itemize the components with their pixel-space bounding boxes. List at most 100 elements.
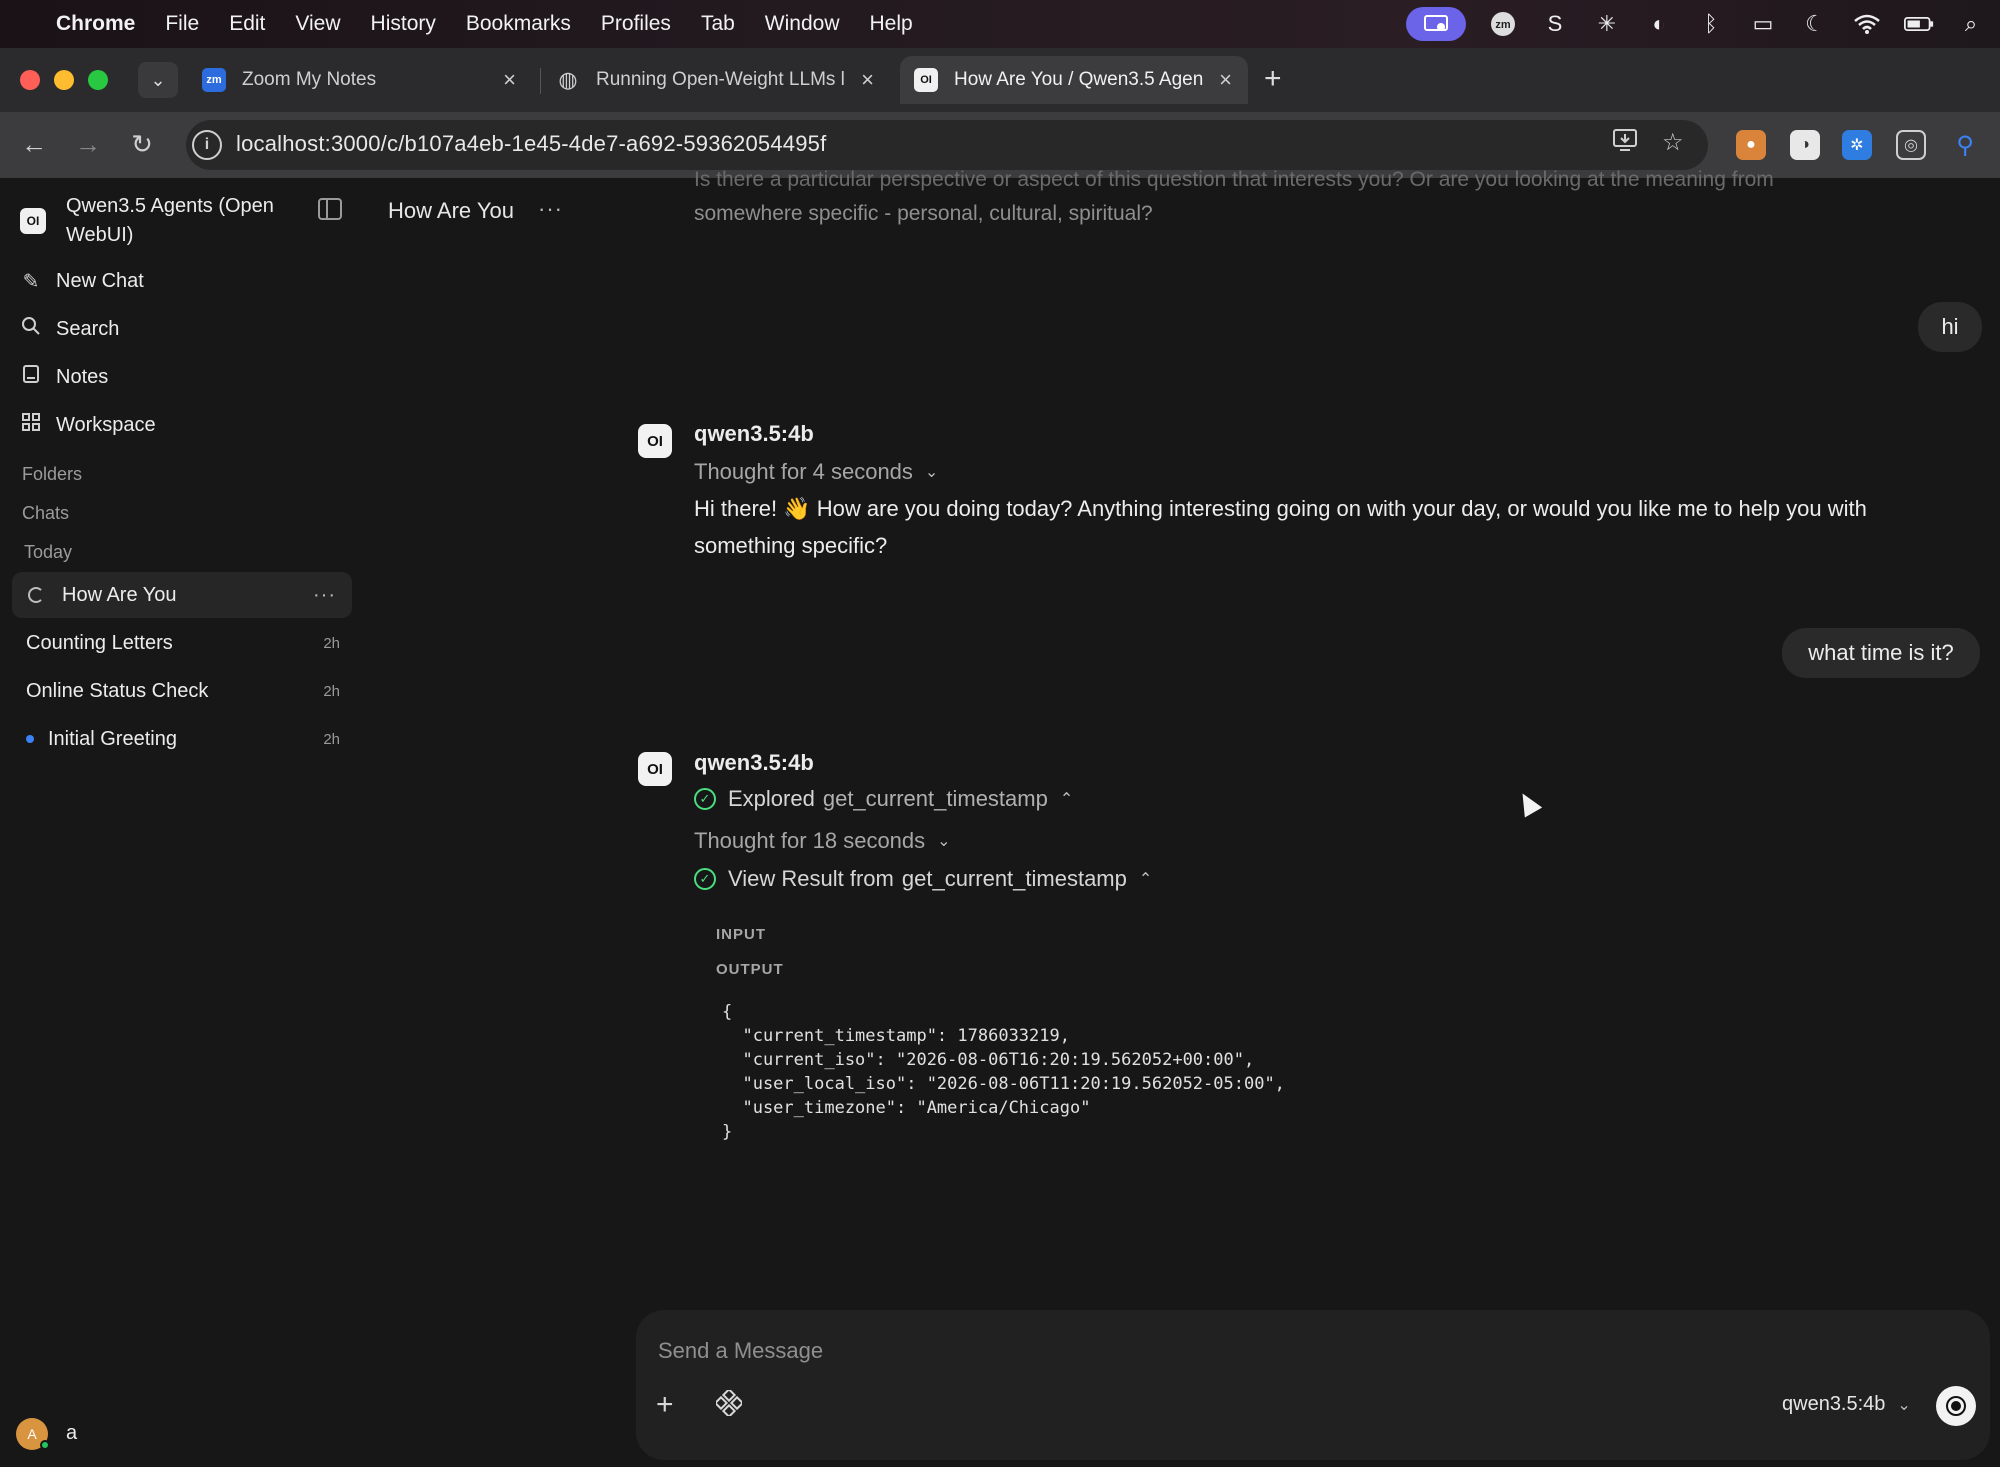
- bookmark-star-icon[interactable]: ☆: [1662, 128, 1684, 157]
- chevron-up-icon: ⌃: [1138, 871, 1153, 888]
- menu-profiles[interactable]: Profiles: [601, 12, 671, 36]
- forward-arrow-icon[interactable]: →: [70, 126, 106, 162]
- menu-history[interactable]: History: [371, 12, 436, 36]
- chevron-down-icon: ⌄: [924, 464, 939, 481]
- thought-label: Thought for 4 seconds: [694, 459, 913, 484]
- shield-extension-icon[interactable]: ◑: [1790, 130, 1820, 160]
- tab-how-are-you[interactable]: OI How Are You / Qwen3.5 Agen ×: [900, 56, 1248, 104]
- integrations-icon[interactable]: [713, 1387, 745, 1423]
- search-extension-icon[interactable]: ⚲: [1950, 130, 1980, 160]
- chat-item-title: How Are You: [62, 583, 177, 606]
- menu-chrome[interactable]: Chrome: [56, 12, 135, 36]
- tab-close-icon[interactable]: ×: [1219, 67, 1232, 93]
- thought-toggle[interactable]: Thought for 18 seconds ⌄: [694, 828, 951, 854]
- tab-close-icon[interactable]: ×: [503, 67, 516, 93]
- search-button[interactable]: Search: [20, 314, 119, 344]
- macos-menu-bar: Chrome File Edit View History Bookmarks …: [0, 0, 2000, 48]
- zoom-icon[interactable]: zm: [1488, 9, 1518, 39]
- chat-item-online-status-check[interactable]: Online Status Check 2h: [12, 668, 352, 714]
- gear-extension-icon[interactable]: ✲: [1842, 130, 1872, 160]
- menu-view[interactable]: View: [295, 12, 340, 36]
- chat-title[interactable]: How Are You: [388, 198, 514, 224]
- menu-file[interactable]: File: [165, 12, 199, 36]
- assistant-avatar: OI: [638, 752, 672, 786]
- bluetooth-icon[interactable]: ᛒ: [1696, 9, 1726, 39]
- chat-item-counting-letters[interactable]: Counting Letters 2h: [12, 620, 352, 666]
- chat-item-title: Counting Letters: [26, 631, 173, 654]
- model-selector[interactable]: qwen3.5:4b ⌄: [1782, 1393, 1911, 1416]
- menu-help[interactable]: Help: [870, 12, 913, 36]
- tab-zoom-my-notes[interactable]: zm Zoom My Notes ×: [192, 56, 532, 104]
- tab-running-open-weight-llms[interactable]: ◍ Running Open-Weight LLMs l ×: [550, 56, 890, 104]
- chat-item-age: 2h: [323, 634, 340, 652]
- window-minimize-button[interactable]: [54, 70, 74, 90]
- install-app-icon[interactable]: [1612, 128, 1638, 159]
- assistant-model-name: qwen3.5:4b: [694, 750, 814, 775]
- attach-plus-button[interactable]: +: [656, 1388, 674, 1422]
- assistant-model-name: qwen3.5:4b: [694, 421, 814, 446]
- user-name[interactable]: a: [66, 1422, 77, 1445]
- window-close-button[interactable]: [20, 70, 40, 90]
- brightness-icon[interactable]: ✳: [1592, 9, 1622, 39]
- tool-name: get_current_timestamp: [822, 786, 1048, 811]
- folders-heading[interactable]: Folders: [22, 464, 82, 485]
- input-label: INPUT: [716, 926, 766, 943]
- thought-toggle[interactable]: Thought for 4 seconds ⌄: [694, 459, 938, 485]
- model-selector-label: qwen3.5:4b: [1782, 1393, 1886, 1415]
- menu-edit[interactable]: Edit: [229, 12, 265, 36]
- chat-more-icon[interactable]: ···: [313, 584, 336, 607]
- back-arrow-icon[interactable]: ←: [16, 126, 52, 162]
- result-label: View Result from: [728, 866, 894, 891]
- tab-search-chevron-icon[interactable]: ⌄: [138, 62, 178, 98]
- scrobble-icon[interactable]: S: [1540, 9, 1570, 39]
- unread-dot: [26, 735, 34, 743]
- workspace-button[interactable]: Workspace: [20, 410, 156, 440]
- battery-icon[interactable]: [1904, 9, 1934, 39]
- tab-title: Zoom My Notes: [242, 69, 377, 90]
- chat-item-initial-greeting[interactable]: Initial Greeting 2h: [12, 716, 352, 762]
- chevron-down-icon: ⌄: [937, 833, 951, 850]
- menu-tab[interactable]: Tab: [701, 12, 735, 36]
- message-composer: [636, 1310, 1990, 1460]
- tab-title: Running Open-Weight LLMs l: [596, 69, 845, 90]
- window-zoom-button[interactable]: [88, 70, 108, 90]
- open-webui-favicon-icon: OI: [914, 68, 938, 92]
- nav-label: Search: [56, 317, 120, 340]
- moon-icon[interactable]: ☾: [1800, 9, 1830, 39]
- chat-item-title: Initial Greeting: [48, 727, 177, 750]
- tool-name: get_current_timestamp: [901, 866, 1127, 891]
- cookie-extension-icon[interactable]: ●: [1736, 130, 1766, 160]
- spotlight-search-icon[interactable]: ⌕: [1956, 9, 1986, 39]
- chat-item-how-are-you[interactable]: How Are You ···: [12, 572, 352, 618]
- sidebar-toggle-icon[interactable]: [318, 198, 342, 220]
- tab-title: How Are You / Qwen3.5 Agen: [954, 69, 1204, 90]
- incognito-extension-icon[interactable]: ◎: [1896, 130, 1926, 160]
- notes-button[interactable]: Notes: [20, 362, 108, 392]
- reload-icon[interactable]: ↻: [124, 126, 160, 162]
- previous-message-line: somewhere specific - personal, cultural,…: [694, 202, 1153, 225]
- chats-heading[interactable]: Chats: [22, 503, 69, 524]
- chat-item-age: 2h: [323, 682, 340, 700]
- menu-window[interactable]: Window: [765, 12, 840, 36]
- user-message-bubble: hi: [1918, 302, 1982, 352]
- menu-bookmarks[interactable]: Bookmarks: [466, 12, 571, 36]
- wifi-icon[interactable]: [1852, 9, 1882, 39]
- url-text[interactable]: localhost:3000/c/b107a4eb-1e45-4de7-a692…: [236, 131, 826, 157]
- zoom-favicon-icon: zm: [202, 68, 226, 92]
- online-status-dot: [40, 1440, 50, 1450]
- screen-share-icon[interactable]: [1406, 7, 1466, 41]
- contrast-icon[interactable]: ◐: [1644, 9, 1674, 39]
- site-info-icon[interactable]: i: [192, 130, 222, 160]
- voice-mode-button[interactable]: [1936, 1386, 1976, 1426]
- chat-item-age: 2h: [323, 730, 340, 748]
- new-chat-button[interactable]: ✎ New Chat: [20, 266, 144, 296]
- explored-tool-toggle[interactable]: ✓ Explored get_current_timestamp ⌃: [694, 786, 1073, 812]
- tab-close-icon[interactable]: ×: [861, 67, 874, 93]
- message-input[interactable]: Send a Message: [658, 1338, 823, 1364]
- output-label: OUTPUT: [716, 961, 784, 978]
- new-tab-button[interactable]: +: [1264, 62, 1282, 96]
- chevron-up-icon: ⌃: [1059, 791, 1074, 808]
- chat-options-icon[interactable]: ···: [538, 196, 563, 222]
- view-result-toggle[interactable]: ✓ View Result from get_current_timestamp…: [694, 866, 1152, 892]
- display-icon[interactable]: ▭: [1748, 9, 1778, 39]
